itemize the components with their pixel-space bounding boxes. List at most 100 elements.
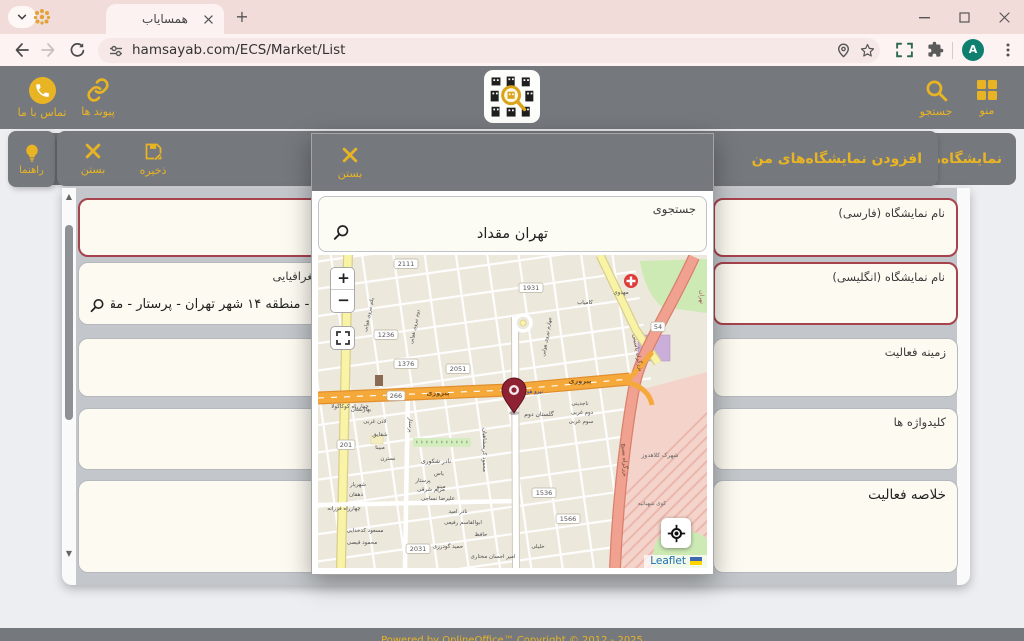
url-text[interactable]: hamsayab.com/ECS/Market/List	[132, 42, 345, 58]
field-activity-area[interactable]: زمینه فعالیت	[713, 338, 958, 397]
browser-menu-kebab-icon[interactable]	[1000, 42, 1016, 58]
map-fullscreen-button[interactable]	[330, 326, 355, 350]
modal-search-icon[interactable]	[332, 224, 350, 242]
help-button[interactable]: راهنما	[8, 131, 55, 187]
scroll-down-arrow[interactable]: ▼	[62, 549, 76, 558]
map-street-label: مهدوی	[613, 290, 628, 296]
grid-menu-icon	[975, 78, 999, 102]
add-panel-title: افزودن نمایشگاه‌های من	[752, 151, 922, 167]
search-icon	[924, 78, 949, 103]
map-street-label: کوی شهبانیه	[638, 500, 667, 507]
map-street-label: نادر شکوری	[421, 458, 451, 465]
browser-navbar: hamsayab.com/ECS/Market/List A	[0, 34, 1024, 66]
menu-button[interactable]: منو	[964, 78, 1010, 117]
field-left-5[interactable]	[78, 480, 332, 573]
buildings-magnifier-logo-icon	[488, 74, 536, 120]
fullscreen-capture-icon[interactable]	[896, 42, 913, 58]
address-bar[interactable]: hamsayab.com/ECS/Market/List	[98, 38, 880, 63]
hamsayab-favicon-icon	[33, 8, 51, 26]
reload-button[interactable]	[68, 41, 86, 59]
field-name-english[interactable]: نام نمایشگاه (انگلیسی)	[713, 262, 958, 325]
map-street-label: شقایق	[372, 432, 388, 438]
map-street-label: پیروزی	[427, 389, 450, 397]
field-left-3[interactable]	[78, 338, 332, 397]
map-canvas[interactable]: 2111 1931 1236 1376 2051 266 201 2031 15…	[318, 255, 707, 568]
zoom-in-button[interactable]: +	[331, 268, 355, 290]
pinned-tab-favicon[interactable]	[33, 8, 51, 26]
active-tab[interactable]: همسایاب	[106, 4, 224, 34]
modal-close-button[interactable]: بستن	[330, 145, 370, 180]
field-keywords[interactable]: کلیدواژه ها	[713, 408, 958, 470]
modal-header: بستن	[312, 134, 713, 191]
map-street-label: ناجدینی	[571, 401, 589, 407]
page-content: نمایشگاه‌های من راهنما بستن ذخیره افزودن…	[0, 129, 1024, 641]
field-geographic-location[interactable]: جغرافیایی ن - منطقه ۱۴ شهر تهران - پرستا…	[78, 262, 332, 325]
field-left-4[interactable]	[78, 408, 332, 470]
footer-bar: Powered by OnlineOffice™ Copyright © 201…	[0, 628, 1024, 641]
field-name-farsi[interactable]: نام نمایشگاه (فارسی)	[713, 198, 958, 257]
map-street-label: شهرک کلاهدوز	[641, 451, 679, 459]
toolbar-divider	[952, 42, 953, 59]
map-street-label: یاس	[434, 471, 444, 477]
site-logo[interactable]	[484, 70, 540, 123]
phone-icon	[29, 77, 56, 104]
leaflet-map[interactable]: 2111 1931 1236 1376 2051 266 201 2031 15…	[318, 255, 707, 568]
scrollbar-thumb[interactable]	[65, 225, 73, 420]
panel-close-button[interactable]: بستن	[73, 141, 113, 176]
map-street-label: پیروزی	[569, 377, 592, 385]
map-street-label: شهریار	[349, 482, 366, 488]
zoom-out-button[interactable]: −	[331, 290, 355, 312]
leaflet-link[interactable]: Leaflet	[650, 555, 686, 567]
close-icon	[83, 141, 103, 161]
links-button[interactable]: پیوند ها	[70, 77, 126, 118]
close-window-button[interactable]	[984, 0, 1024, 34]
fullscreen-corners-icon	[336, 331, 350, 345]
map-street-label: تهران	[698, 290, 705, 304]
map-street-label: بهارستان	[351, 407, 372, 413]
tab-search-button[interactable]	[8, 6, 36, 28]
link-icon	[85, 77, 111, 103]
geo-value: ن - منطقه ۱۴ شهر تهران - پرستار - مقداد	[111, 297, 323, 312]
new-tab-button[interactable]: +	[232, 7, 252, 27]
search-button[interactable]: جستجو	[908, 78, 964, 118]
map-zoom-control: + −	[330, 267, 355, 313]
left-scrollbar[interactable]: ▲ ▼	[62, 188, 76, 585]
locate-crosshair-icon	[667, 524, 686, 543]
profile-avatar[interactable]: A	[962, 39, 984, 61]
map-street-label: سوم غربی	[569, 419, 594, 425]
field-activity-summary[interactable]: خلاصه فعالیت	[713, 480, 958, 573]
browser-titlebar: همسایاب +	[0, 0, 1024, 34]
contact-us-button[interactable]: تماس با ما	[14, 77, 70, 119]
map-search-field[interactable]: جستجوی تهران مقداد	[318, 196, 707, 252]
maximize-button[interactable]	[944, 0, 984, 34]
map-search-value: تهران مقداد	[319, 226, 706, 242]
close-icon	[340, 145, 360, 165]
site-settings-icon[interactable]	[109, 44, 123, 58]
field-left-required[interactable]	[78, 198, 332, 257]
extensions-puzzle-icon[interactable]	[927, 41, 944, 58]
minimize-button[interactable]	[904, 0, 944, 34]
map-street-label: لادن غربی	[363, 419, 386, 425]
map-street-label: دهقان	[349, 492, 363, 498]
bookmark-star-icon[interactable]	[860, 43, 875, 58]
map-street-label: علیرضا نساجی	[421, 496, 455, 502]
tab-title: همسایاب	[142, 12, 188, 26]
right-scrollbar[interactable]	[957, 188, 970, 585]
map-street-label: مبینا	[375, 445, 385, 451]
panel-save-button[interactable]: ذخیره	[131, 141, 175, 177]
tab-close-icon[interactable]	[201, 12, 215, 26]
badge: 1236	[378, 331, 395, 339]
chevron-down-icon	[16, 11, 28, 23]
lightbulb-icon	[22, 143, 42, 163]
map-street-label: گلستان دوم	[524, 410, 554, 418]
badge: 2031	[410, 545, 427, 553]
back-button[interactable]	[12, 41, 30, 59]
badge: 1376	[398, 360, 415, 368]
map-locate-button[interactable]	[661, 518, 691, 548]
help-label: راهنما	[19, 165, 44, 176]
location-pin-icon[interactable]	[836, 43, 851, 58]
footer-text: Powered by OnlineOffice™ Copyright © 201…	[381, 635, 643, 641]
forward-button[interactable]	[40, 41, 58, 59]
scroll-up-arrow[interactable]: ▲	[62, 192, 76, 201]
geo-search-icon[interactable]	[89, 298, 105, 314]
